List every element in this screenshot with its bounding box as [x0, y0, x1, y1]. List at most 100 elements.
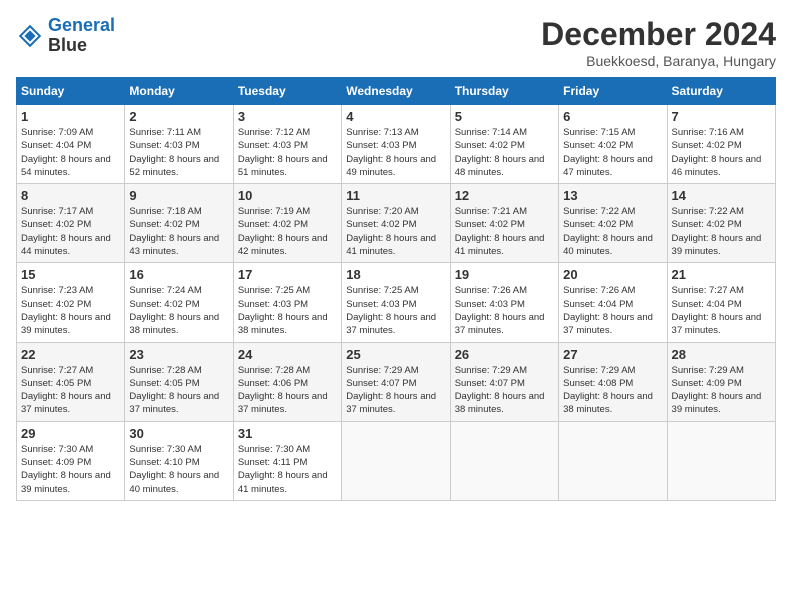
- day-number: 5: [455, 109, 554, 124]
- day-number: 19: [455, 267, 554, 282]
- calendar-cell: 2 Sunrise: 7:11 AMSunset: 4:03 PMDaylight…: [125, 105, 233, 184]
- day-number: 21: [672, 267, 771, 282]
- calendar-cell: 20Sunrise: 7:26 AMSunset: 4:04 PMDayligh…: [559, 263, 667, 342]
- weekday-header: Saturday: [667, 78, 775, 105]
- calendar-cell: 7 Sunrise: 7:16 AMSunset: 4:02 PMDaylight…: [667, 105, 775, 184]
- weekday-header: Friday: [559, 78, 667, 105]
- day-info: Sunrise: 7:16 AMSunset: 4:02 PMDaylight:…: [672, 126, 771, 179]
- calendar-cell: 14 Sunrise: 7:22 AMSunset: 4:02 PMDayligh…: [667, 184, 775, 263]
- calendar-cell: 8 Sunrise: 7:17 AMSunset: 4:02 PMDaylight…: [17, 184, 125, 263]
- day-info: Sunrise: 7:25 AMSunset: 4:03 PMDaylight:…: [346, 284, 445, 337]
- day-info: Sunrise: 7:21 AMSunset: 4:02 PMDaylight:…: [455, 205, 554, 258]
- day-info: Sunrise: 7:28 AMSunset: 4:05 PMDaylight:…: [129, 364, 228, 417]
- calendar-cell: 31 Sunrise: 7:30 AMSunset: 4:11 PMDayligh…: [233, 421, 341, 500]
- day-number: 27: [563, 347, 662, 362]
- calendar-week-row: 8 Sunrise: 7:17 AMSunset: 4:02 PMDaylight…: [17, 184, 776, 263]
- calendar-week-row: 15 Sunrise: 7:23 AMSunset: 4:02 PMDayligh…: [17, 263, 776, 342]
- day-info: Sunrise: 7:29 AMSunset: 4:09 PMDaylight:…: [672, 364, 771, 417]
- calendar-cell: 27 Sunrise: 7:29 AMSunset: 4:08 PMDayligh…: [559, 342, 667, 421]
- logo: General Blue: [16, 16, 115, 56]
- weekday-header: Sunday: [17, 78, 125, 105]
- day-info: Sunrise: 7:27 AMSunset: 4:04 PMDaylight:…: [672, 284, 771, 337]
- day-number: 14: [672, 188, 771, 203]
- day-number: 6: [563, 109, 662, 124]
- day-info: Sunrise: 7:09 AMSunset: 4:04 PMDaylight:…: [21, 126, 120, 179]
- day-info: Sunrise: 7:13 AMSunset: 4:03 PMDaylight:…: [346, 126, 445, 179]
- day-number: 24: [238, 347, 337, 362]
- weekday-header: Thursday: [450, 78, 558, 105]
- day-info: Sunrise: 7:19 AMSunset: 4:02 PMDaylight:…: [238, 205, 337, 258]
- logo-line1: General: [48, 15, 115, 35]
- calendar-cell: 4 Sunrise: 7:13 AMSunset: 4:03 PMDaylight…: [342, 105, 450, 184]
- day-number: 31: [238, 426, 337, 441]
- day-number: 10: [238, 188, 337, 203]
- day-info: Sunrise: 7:11 AMSunset: 4:03 PMDaylight:…: [129, 126, 228, 179]
- calendar-cell: [342, 421, 450, 500]
- day-info: Sunrise: 7:24 AMSunset: 4:02 PMDaylight:…: [129, 284, 228, 337]
- calendar-cell: 9Sunrise: 7:18 AMSunset: 4:02 PMDaylight…: [125, 184, 233, 263]
- calendar-cell: 12 Sunrise: 7:21 AMSunset: 4:02 PMDayligh…: [450, 184, 558, 263]
- calendar-cell: 17Sunrise: 7:25 AMSunset: 4:03 PMDayligh…: [233, 263, 341, 342]
- day-number: 25: [346, 347, 445, 362]
- calendar-cell: 16 Sunrise: 7:24 AMSunset: 4:02 PMDayligh…: [125, 263, 233, 342]
- day-number: 3: [238, 109, 337, 124]
- day-number: 7: [672, 109, 771, 124]
- weekday-header: Tuesday: [233, 78, 341, 105]
- calendar-week-row: 29 Sunrise: 7:30 AMSunset: 4:09 PMDayligh…: [17, 421, 776, 500]
- day-number: 1: [21, 109, 120, 124]
- calendar-table: SundayMondayTuesdayWednesdayThursdayFrid…: [16, 77, 776, 501]
- day-number: 15: [21, 267, 120, 282]
- header: General Blue December 2024 Buekkoesd, Ba…: [16, 16, 776, 69]
- day-info: Sunrise: 7:29 AMSunset: 4:07 PMDaylight:…: [455, 364, 554, 417]
- calendar-week-row: 22Sunrise: 7:27 AMSunset: 4:05 PMDayligh…: [17, 342, 776, 421]
- calendar-cell: 21 Sunrise: 7:27 AMSunset: 4:04 PMDayligh…: [667, 263, 775, 342]
- day-number: 9: [129, 188, 228, 203]
- day-number: 17: [238, 267, 337, 282]
- day-info: Sunrise: 7:22 AMSunset: 4:02 PMDaylight:…: [563, 205, 662, 258]
- day-number: 28: [672, 347, 771, 362]
- day-info: Sunrise: 7:30 AMSunset: 4:10 PMDaylight:…: [129, 443, 228, 496]
- calendar-cell: 23Sunrise: 7:28 AMSunset: 4:05 PMDayligh…: [125, 342, 233, 421]
- calendar-cell: 3Sunrise: 7:12 AMSunset: 4:03 PMDaylight…: [233, 105, 341, 184]
- calendar-week-row: 1 Sunrise: 7:09 AMSunset: 4:04 PMDaylight…: [17, 105, 776, 184]
- day-number: 16: [129, 267, 228, 282]
- calendar-cell: 6Sunrise: 7:15 AMSunset: 4:02 PMDaylight…: [559, 105, 667, 184]
- day-number: 12: [455, 188, 554, 203]
- calendar-cell: 15 Sunrise: 7:23 AMSunset: 4:02 PMDayligh…: [17, 263, 125, 342]
- calendar-cell: [559, 421, 667, 500]
- day-info: Sunrise: 7:30 AMSunset: 4:11 PMDaylight:…: [238, 443, 337, 496]
- calendar-cell: 13 Sunrise: 7:22 AMSunset: 4:02 PMDayligh…: [559, 184, 667, 263]
- day-info: Sunrise: 7:26 AMSunset: 4:03 PMDaylight:…: [455, 284, 554, 337]
- day-number: 4: [346, 109, 445, 124]
- month-title: December 2024: [541, 16, 776, 53]
- calendar-cell: 1 Sunrise: 7:09 AMSunset: 4:04 PMDaylight…: [17, 105, 125, 184]
- title-area: December 2024 Buekkoesd, Baranya, Hungar…: [541, 16, 776, 69]
- day-info: Sunrise: 7:28 AMSunset: 4:06 PMDaylight:…: [238, 364, 337, 417]
- calendar-cell: 30 Sunrise: 7:30 AMSunset: 4:10 PMDayligh…: [125, 421, 233, 500]
- day-info: Sunrise: 7:27 AMSunset: 4:05 PMDaylight:…: [21, 364, 120, 417]
- logo-icon: [16, 22, 44, 50]
- calendar-cell: 25Sunrise: 7:29 AMSunset: 4:07 PMDayligh…: [342, 342, 450, 421]
- day-info: Sunrise: 7:30 AMSunset: 4:09 PMDaylight:…: [21, 443, 120, 496]
- calendar-cell: 19 Sunrise: 7:26 AMSunset: 4:03 PMDayligh…: [450, 263, 558, 342]
- calendar-cell: 10 Sunrise: 7:19 AMSunset: 4:02 PMDayligh…: [233, 184, 341, 263]
- day-number: 2: [129, 109, 228, 124]
- day-info: Sunrise: 7:17 AMSunset: 4:02 PMDaylight:…: [21, 205, 120, 258]
- calendar-header: SundayMondayTuesdayWednesdayThursdayFrid…: [17, 78, 776, 105]
- day-number: 18: [346, 267, 445, 282]
- day-info: Sunrise: 7:26 AMSunset: 4:04 PMDaylight:…: [563, 284, 662, 337]
- location-title: Buekkoesd, Baranya, Hungary: [541, 53, 776, 69]
- day-info: Sunrise: 7:29 AMSunset: 4:08 PMDaylight:…: [563, 364, 662, 417]
- calendar-cell: 29 Sunrise: 7:30 AMSunset: 4:09 PMDayligh…: [17, 421, 125, 500]
- day-info: Sunrise: 7:14 AMSunset: 4:02 PMDaylight:…: [455, 126, 554, 179]
- day-number: 13: [563, 188, 662, 203]
- calendar-cell: 28 Sunrise: 7:29 AMSunset: 4:09 PMDayligh…: [667, 342, 775, 421]
- calendar-cell: 24 Sunrise: 7:28 AMSunset: 4:06 PMDayligh…: [233, 342, 341, 421]
- day-number: 11: [346, 188, 445, 203]
- day-info: Sunrise: 7:23 AMSunset: 4:02 PMDaylight:…: [21, 284, 120, 337]
- day-number: 30: [129, 426, 228, 441]
- day-number: 8: [21, 188, 120, 203]
- day-number: 29: [21, 426, 120, 441]
- calendar-cell: 5 Sunrise: 7:14 AMSunset: 4:02 PMDaylight…: [450, 105, 558, 184]
- day-info: Sunrise: 7:22 AMSunset: 4:02 PMDaylight:…: [672, 205, 771, 258]
